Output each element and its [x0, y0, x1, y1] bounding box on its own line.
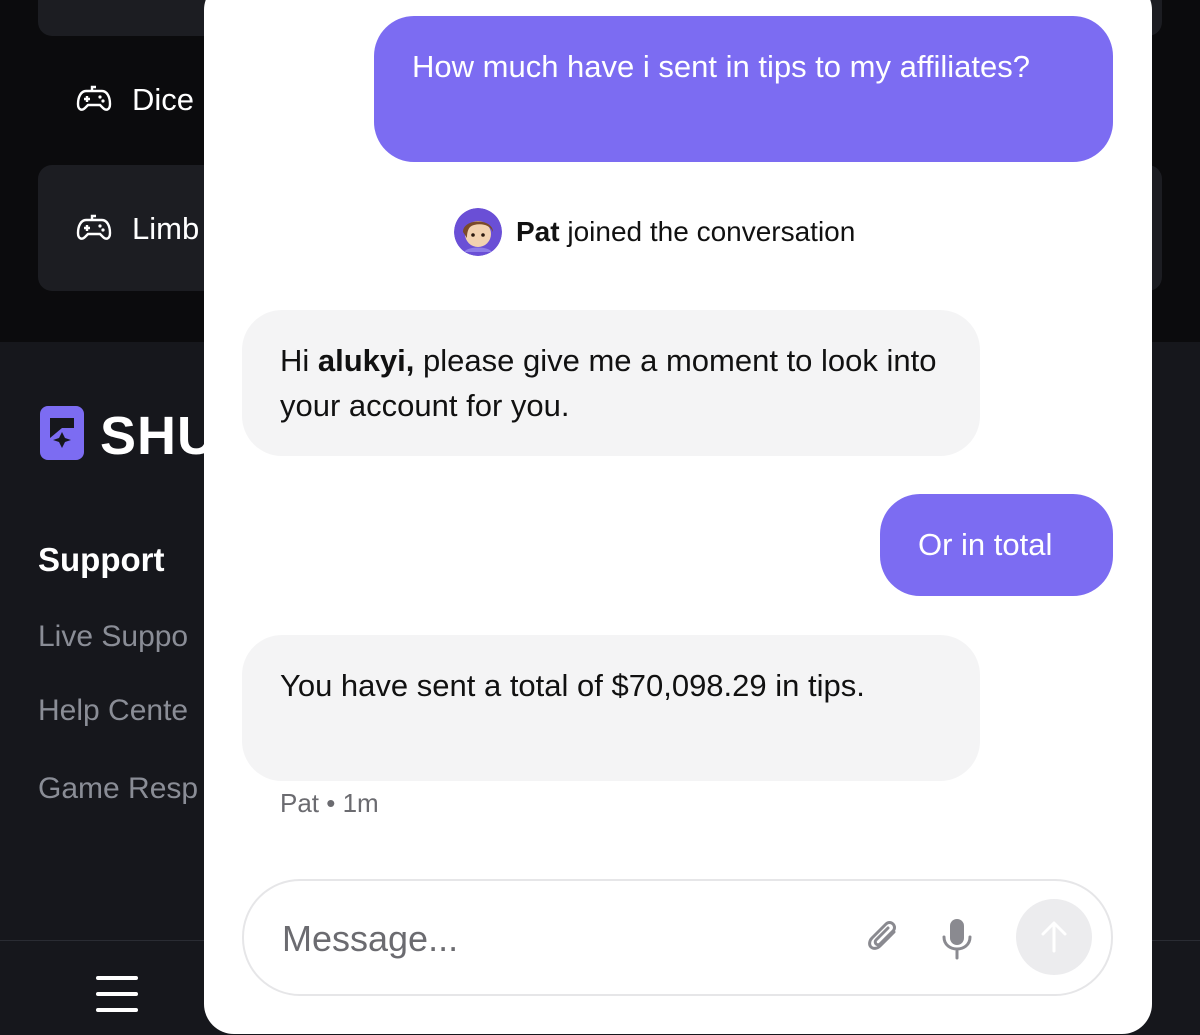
footer-link-help-center[interactable]: Help Cente [38, 694, 188, 728]
message-composer [242, 879, 1113, 996]
username: alukyi, [317, 343, 415, 378]
chat-panel: How much have i sent in tips to my affil… [204, 0, 1152, 1034]
message-input[interactable] [282, 911, 842, 967]
paperclip-icon[interactable] [864, 919, 904, 959]
message-meta: Pat • 1m [280, 788, 379, 818]
support-heading: Support [38, 541, 165, 578]
user-message-bubble: How much have i sent in tips to my affil… [374, 16, 1113, 162]
microphone-icon[interactable] [940, 917, 974, 961]
logo-text: SHU [100, 406, 218, 466]
send-button[interactable] [1016, 899, 1092, 975]
gamepad-icon [76, 85, 112, 111]
arrow-up-icon [1041, 921, 1067, 953]
message-text: Hi [280, 343, 318, 378]
game-label-dice[interactable]: Dice [132, 82, 194, 118]
join-notice: Pat joined the conversation [454, 208, 855, 256]
game-label-limbo[interactable]: Limb [132, 211, 199, 247]
logo-icon [40, 406, 84, 460]
avatar [454, 208, 502, 256]
agent-message-bubble: Hi alukyi, please give me a moment to lo… [242, 310, 980, 456]
agent-name: Pat [516, 216, 560, 247]
footer-link-game-responsibly[interactable]: Game Resp [38, 772, 198, 806]
join-text: joined the conversation [559, 216, 856, 247]
hamburger-icon[interactable] [96, 976, 142, 1016]
agent-message-bubble: You have sent a total of $70,098.29 in t… [242, 635, 980, 781]
user-message-bubble: Or in total [880, 494, 1113, 596]
footer-link-live-support[interactable]: Live Suppo [38, 620, 188, 654]
gamepad-icon [76, 214, 112, 240]
